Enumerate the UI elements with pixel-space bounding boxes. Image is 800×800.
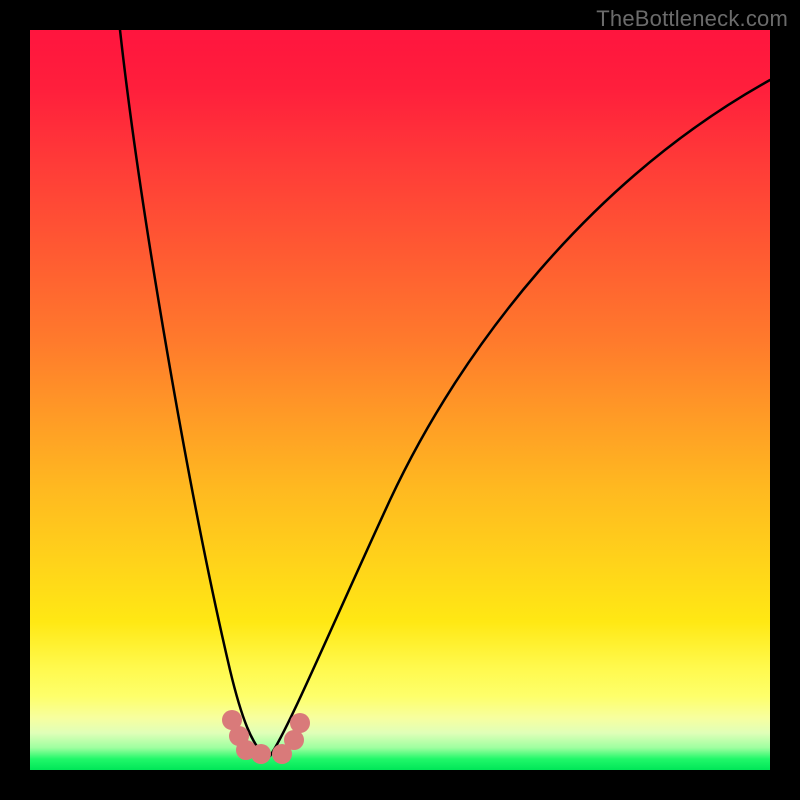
curve-right-branch (270, 80, 770, 756)
curve-left-branch (120, 30, 265, 756)
curve-layer (30, 30, 770, 770)
marker-dot (251, 744, 271, 764)
marker-dot (290, 713, 310, 733)
marker-cluster (222, 710, 310, 764)
marker-dot (284, 730, 304, 750)
plot-area (30, 30, 770, 770)
attribution-label: TheBottleneck.com (596, 6, 788, 32)
chart-frame: TheBottleneck.com (0, 0, 800, 800)
